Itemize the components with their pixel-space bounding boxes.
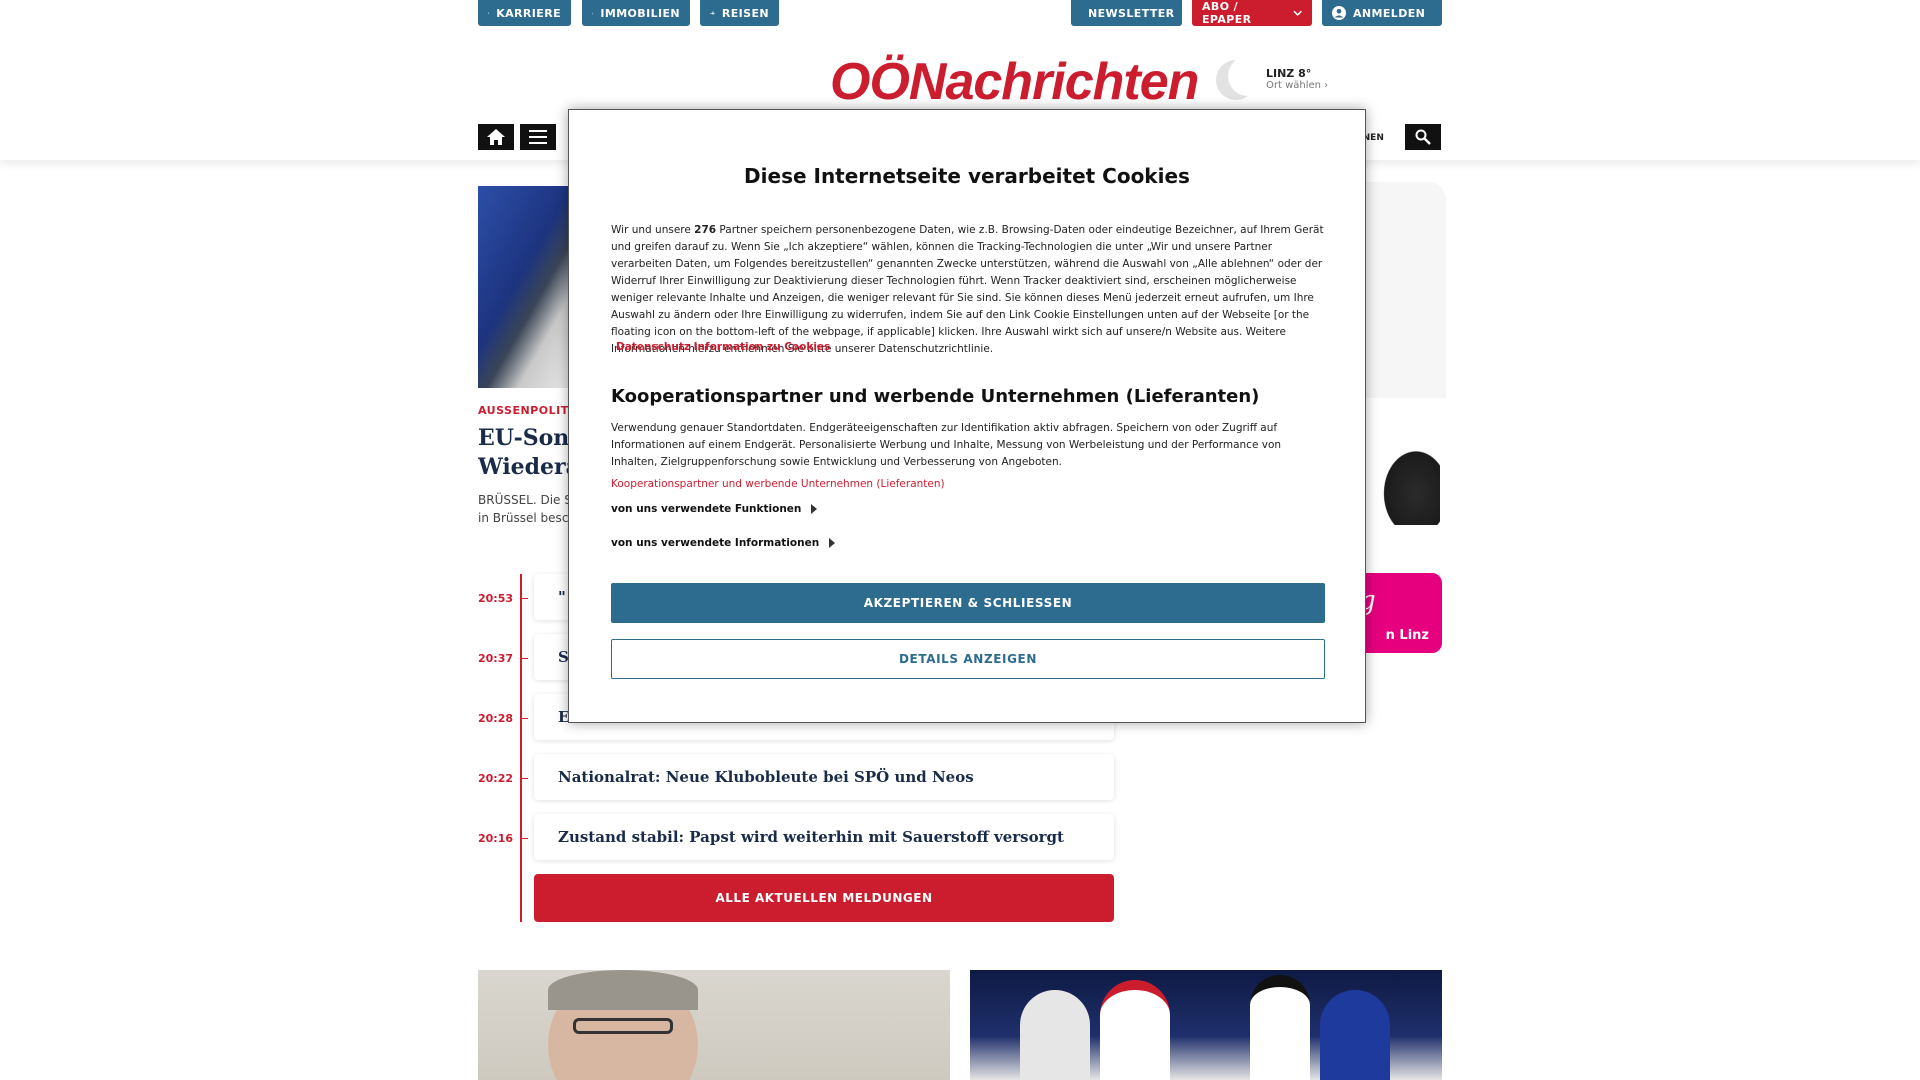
information-expander[interactable]: von uns verwendete Informationen bbox=[611, 537, 836, 549]
cookie-dialog-text: Wir und unsere 276 Partner speichern per… bbox=[611, 222, 1325, 358]
privacy-info-link[interactable]: Datenschutz Information zu Cookies bbox=[616, 341, 830, 353]
vendors-section-title: Kooperationspartner und werbende Unterne… bbox=[611, 386, 1260, 407]
caret-right-icon bbox=[829, 538, 836, 548]
accept-close-button[interactable]: AKZEPTIEREN & SCHLIESSEN bbox=[611, 583, 1325, 623]
caret-right-icon bbox=[811, 504, 818, 514]
information-label: von uns verwendete Informationen bbox=[611, 537, 820, 549]
show-details-button[interactable]: DETAILS ANZEIGEN bbox=[611, 639, 1325, 679]
cookie-text-start: Wir und unsere bbox=[611, 224, 695, 236]
cookie-consent-dialog: Diese Internetseite verarbeitet Cookies … bbox=[568, 109, 1366, 723]
partner-count: 276 bbox=[694, 224, 717, 236]
vendors-link[interactable]: Kooperationspartner und werbende Unterne… bbox=[611, 478, 945, 490]
functions-label: von uns verwendete Funktionen bbox=[611, 503, 802, 515]
functions-expander[interactable]: von uns verwendete Funktionen bbox=[611, 503, 818, 515]
cookie-text-rest: Partner speichern personenbezogene Daten… bbox=[611, 224, 1324, 355]
cookie-dialog-title: Diese Internetseite verarbeitet Cookies bbox=[744, 164, 1190, 188]
vendors-section-text: Verwendung genauer Standortdaten. Endger… bbox=[611, 422, 1282, 468]
